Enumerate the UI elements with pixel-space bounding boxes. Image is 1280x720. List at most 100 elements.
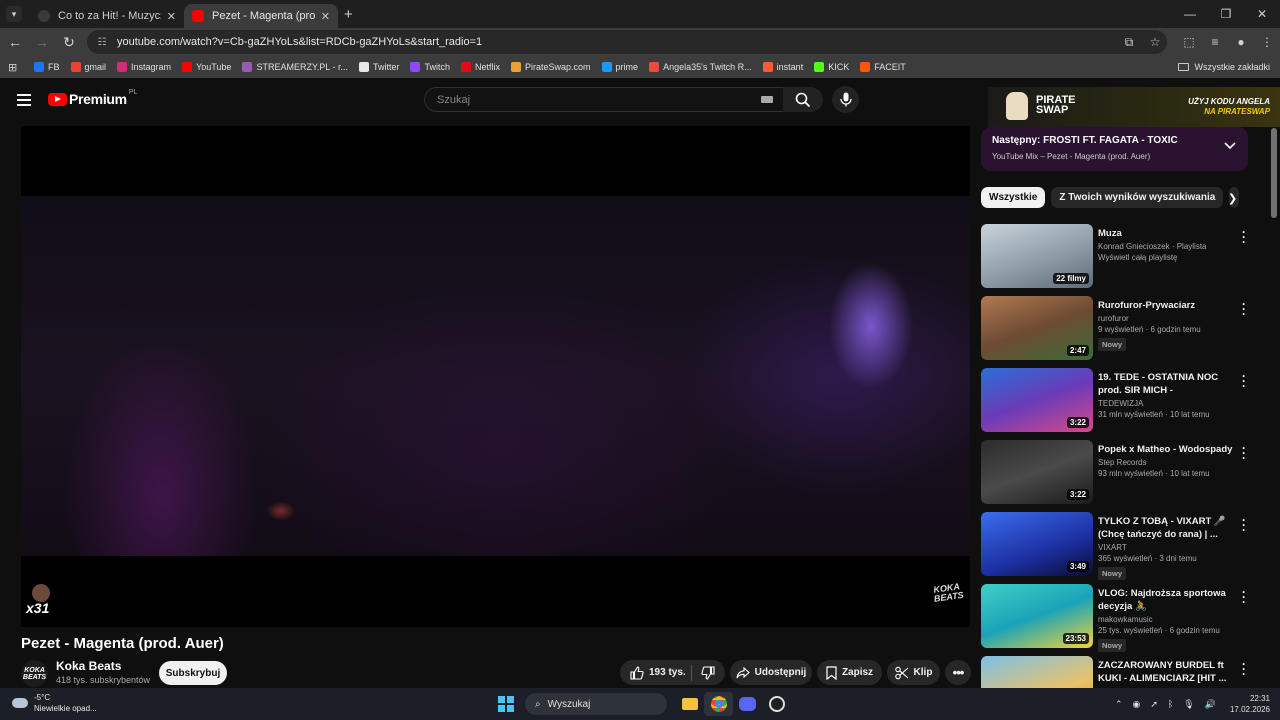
voice-search-button[interactable] (832, 86, 859, 113)
bookmark-item[interactable]: YouTube (182, 62, 231, 72)
more-vertical-icon[interactable]: · · · (1239, 442, 1249, 464)
extensions-icon[interactable]: ⬚ (1176, 35, 1202, 49)
bookmark-item[interactable]: Twitch (410, 62, 450, 72)
discord-icon[interactable] (733, 692, 762, 716)
bookmark-item[interactable]: PirateSwap.com (511, 62, 591, 72)
steam-icon[interactable] (762, 692, 791, 716)
video-player[interactable]: x31 KOKA BEATS (21, 126, 970, 627)
chevron-up-icon[interactable]: ⌃ (1115, 699, 1123, 710)
more-vertical-icon[interactable]: · · · (1239, 298, 1249, 320)
tab-youtube[interactable]: Pezet - Magenta (prod. Auer) - ✕ (184, 4, 338, 28)
recommendation-item[interactable]: 3:22 19. TEDE - OSTATNIA NOC prod. SIR MI… (981, 368, 1251, 436)
video-thumbnail[interactable]: 23:53 (981, 584, 1093, 648)
minimize-icon[interactable]: — (1172, 0, 1208, 28)
back-icon[interactable]: ← (3, 30, 27, 54)
windows-start-icon[interactable] (498, 696, 514, 712)
bookmark-item[interactable]: Netflix (461, 62, 500, 72)
tab-search-button[interactable]: ▾ (6, 6, 22, 22)
bookmark-item[interactable]: Instagram (117, 62, 171, 72)
channel-name[interactable]: rurofuror (1098, 314, 1236, 323)
recommendation-item[interactable]: 22 filmy Muza Konrad Gniecioszek · Playlis… (981, 224, 1251, 292)
microphone-tray-icon[interactable]: 🎙 (1183, 699, 1194, 710)
weather-widget[interactable]: -5°C Niewielkie opad... (12, 692, 97, 714)
reading-list-icon[interactable]: ≡ (1202, 35, 1228, 49)
like-button[interactable]: 193 tys. (620, 664, 692, 681)
video-title[interactable]: Popek x Matheo - Wodospady (1098, 443, 1236, 456)
file-explorer-icon[interactable] (675, 692, 704, 716)
pirateswap-ad-banner[interactable]: PIRATE SWAP UŻYJ KODU ANGELA NA PIRATESW… (988, 87, 1280, 127)
video-title[interactable]: VLOG: Najdroższa sportowa decyzja 🚴 (1098, 587, 1236, 613)
bluetooth-icon[interactable]: ᛒ (1168, 699, 1173, 710)
more-vertical-icon[interactable]: · · · (1239, 586, 1249, 608)
video-title[interactable]: Muza (1098, 227, 1236, 240)
save-button[interactable]: Zapisz (817, 660, 882, 685)
more-vertical-icon[interactable]: · · · (1239, 658, 1249, 680)
video-title[interactable]: TYLKO Z TOBĄ - VIXART 🎤 (Chcę tańczyć do… (1098, 515, 1236, 541)
keyboard-icon[interactable] (761, 96, 773, 103)
video-thumbnail[interactable]: 2:47 (981, 296, 1093, 360)
chevron-right-icon[interactable]: ❯ (1228, 192, 1237, 205)
reload-icon[interactable]: ↻ (57, 30, 81, 54)
url-field[interactable]: ☷ youtube.com/watch?v=Cb-gaZHYoLs&list=R… (87, 30, 1167, 54)
channel-avatar[interactable]: KOKA BEATS (21, 660, 48, 687)
bookmark-item[interactable]: FB (34, 62, 60, 72)
subscribe-button[interactable]: Subskrybuj (159, 661, 227, 685)
scrollbar-thumb[interactable] (1271, 128, 1277, 218)
site-info-icon[interactable]: ☷ (95, 35, 109, 49)
bookmark-item[interactable]: Twitter (358, 62, 399, 72)
browser-menu-icon[interactable]: ⋮ (1254, 35, 1280, 49)
search-button[interactable] (783, 87, 823, 112)
clock[interactable]: 22:31 17.02.2026 (1230, 693, 1270, 715)
all-bookmarks-button[interactable]: Wszystkie zakładki (1178, 56, 1270, 78)
more-vertical-icon[interactable]: · · · (1239, 514, 1249, 536)
chip-all[interactable]: Wszystkie (981, 187, 1046, 208)
profile-avatar-icon[interactable]: ● (1228, 35, 1254, 49)
tab-quiz[interactable]: Co to za Hit! - Muzyczny Quiz I ✕ (30, 4, 184, 28)
restore-icon[interactable]: ❐ (1208, 0, 1244, 28)
apps-grid-icon[interactable]: ⊞ (8, 61, 22, 74)
chip-from-search[interactable]: Z Twoich wyników wyszukiwania (1051, 187, 1224, 208)
bookmark-item[interactable]: KICK (814, 62, 849, 72)
volume-icon[interactable]: 🔊 (1205, 699, 1216, 710)
discord-tray-icon[interactable]: ◉ (1132, 699, 1140, 710)
more-actions-button[interactable]: ••• (945, 660, 971, 685)
video-title[interactable]: ZACZAROWANY BURDEL ft KUKI - ALIMENCIARZ… (1098, 659, 1236, 685)
recommendation-item[interactable]: 3:22 Popek x Matheo - Wodospady Step Recor… (981, 440, 1251, 508)
video-thumbnail[interactable] (981, 656, 1093, 688)
bookmark-item[interactable]: Angela35's Twitch R... (649, 62, 752, 72)
close-window-icon[interactable]: ✕ (1244, 0, 1280, 28)
bookmark-star-icon[interactable]: ☆ (1142, 35, 1168, 49)
more-vertical-icon[interactable]: · · · (1239, 370, 1249, 392)
channel-name[interactable]: Koka Beats (56, 659, 121, 673)
more-vertical-icon[interactable]: · · · (1239, 226, 1249, 248)
channel-name[interactable]: makowkamusic (1098, 615, 1236, 624)
bookmark-item[interactable]: gmail (70, 62, 106, 72)
dislike-button[interactable] (692, 665, 724, 680)
channel-name[interactable]: VIXART (1098, 543, 1236, 552)
recommendation-item[interactable]: 2:47 Rurofuror-Prywaciarz rurofuror 9 wyświ… (981, 296, 1251, 364)
recommendation-item[interactable]: 23:53 VLOG: Najdroższa sportowa decyzja 🚴… (981, 584, 1251, 652)
video-thumbnail[interactable]: 3:22 (981, 368, 1093, 432)
video-title[interactable]: Rurofuror-Prywaciarz (1098, 299, 1236, 312)
channel-name[interactable]: TEDEWIZJA (1098, 399, 1236, 408)
chrome-icon[interactable] (704, 692, 733, 716)
search-input[interactable]: Szukaj (424, 87, 788, 112)
video-thumbnail[interactable]: 3:22 (981, 440, 1093, 504)
new-tab-button[interactable]: + (344, 6, 353, 23)
bookmark-item[interactable]: prime (601, 62, 638, 72)
install-app-icon[interactable]: ⧉ (1116, 35, 1142, 50)
mix-panel-header[interactable]: Następny: FROSTI FT. FAGATA - TOXIC YouT… (981, 127, 1248, 171)
recommendation-item[interactable]: 3:49 TYLKO Z TOBĄ - VIXART 🎤 (Chcę tańczy… (981, 512, 1251, 580)
video-thumbnail[interactable]: 22 filmy (981, 224, 1093, 288)
clip-button[interactable]: Klip (887, 660, 940, 685)
menu-icon[interactable] (17, 94, 31, 109)
close-tab-icon[interactable]: ✕ (321, 10, 330, 23)
taskbar-search[interactable]: ⌕ Wyszukaj (525, 693, 667, 715)
close-tab-icon[interactable]: ✕ (167, 10, 176, 23)
cursor-icon[interactable]: ➚ (1150, 699, 1158, 710)
recommendation-item[interactable]: ZACZAROWANY BURDEL ft KUKI - ALIMENCIARZ… (981, 656, 1251, 688)
channel-name[interactable]: Konrad Gniecioszek · Playlista (1098, 242, 1236, 251)
bookmark-item[interactable]: instant (762, 62, 803, 72)
video-thumbnail[interactable]: 3:49 (981, 512, 1093, 576)
channel-name[interactable]: Step Records (1098, 458, 1236, 467)
